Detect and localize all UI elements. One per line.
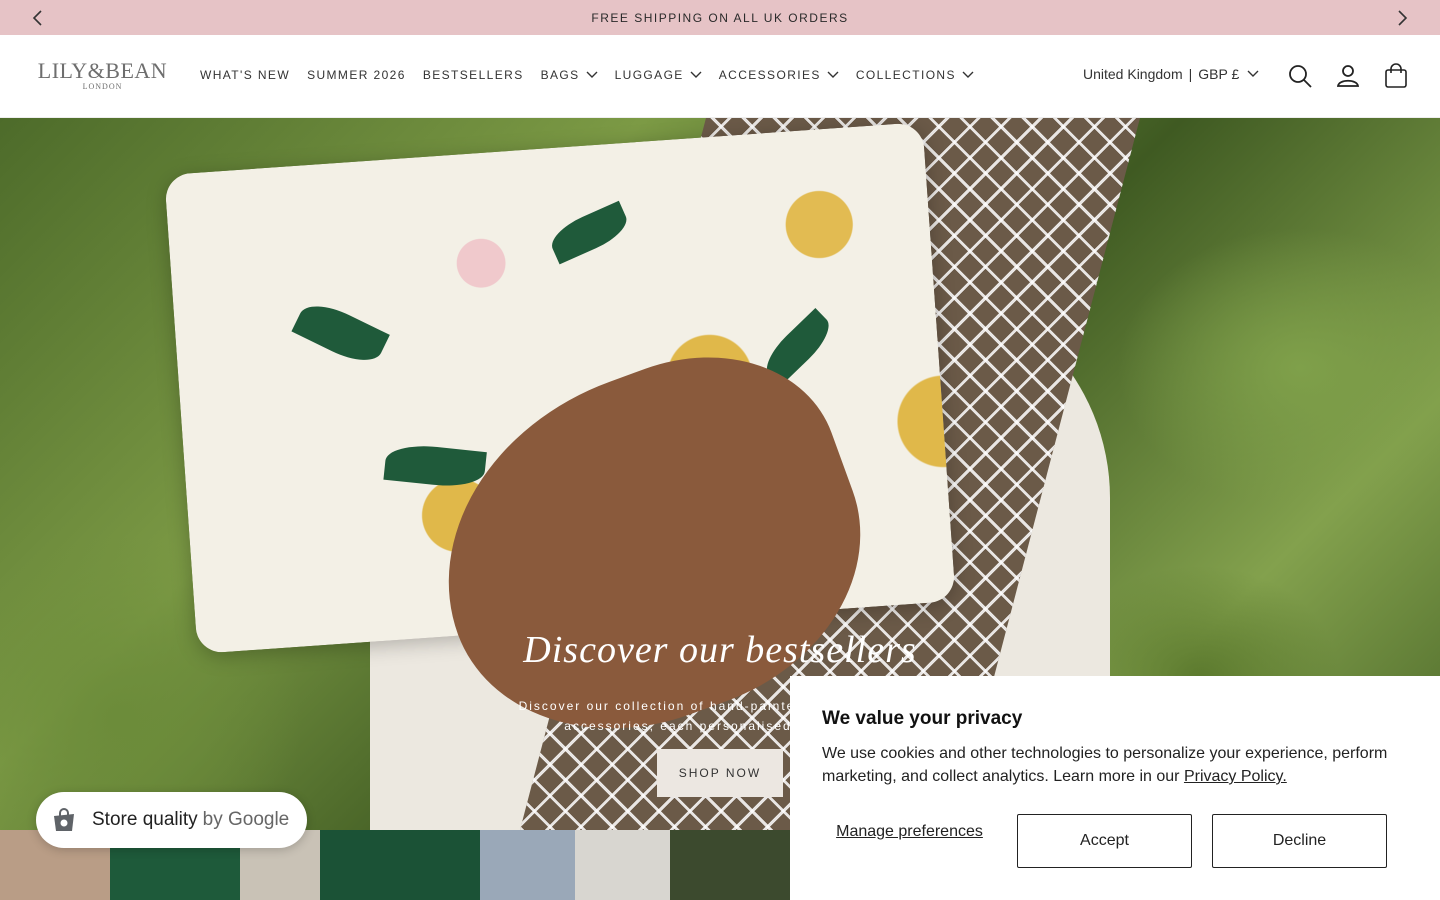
nav-label: ACCESSORIES	[718, 68, 821, 82]
chevron-down-icon	[1247, 70, 1259, 77]
chevron-down-icon	[690, 71, 702, 78]
hero-title: Discover our bestsellers	[523, 629, 917, 671]
chevron-down-icon	[827, 71, 839, 78]
cookie-actions: Manage preferences Accept Decline	[822, 814, 1388, 868]
main-nav: WHAT'S NEW SUMMER 2026 BESTSELLERS BAGS …	[200, 65, 991, 85]
chevron-left-icon[interactable]	[28, 8, 48, 28]
locale-currency: GBP £	[1198, 66, 1240, 82]
locale-separator: |	[1188, 66, 1193, 82]
cookie-text: We use cookies and other technologies to…	[822, 742, 1402, 788]
chevron-down-icon	[962, 71, 974, 78]
clutch-leaf-decoration	[545, 200, 633, 265]
nav-item-luggage[interactable]: LUGGAGE	[615, 65, 702, 85]
collection-tile-image[interactable]	[480, 830, 790, 900]
nav-item-whats-new[interactable]: WHAT'S NEW	[200, 65, 290, 85]
nav-item-collections[interactable]: COLLECTIONS	[856, 65, 974, 85]
clutch-leaf-decoration	[383, 441, 487, 491]
cookie-title: We value your privacy	[822, 708, 1023, 729]
nav-label: BESTSELLERS	[422, 68, 524, 82]
announcement-text: FREE SHIPPING ON ALL UK ORDERS	[591, 10, 849, 25]
nav-item-bags[interactable]: BAGS	[541, 65, 598, 85]
manage-preferences-link[interactable]: Manage preferences	[822, 822, 997, 841]
cart-icon[interactable]	[1383, 63, 1409, 89]
logo[interactable]: LILY&BEAN LONDON	[35, 60, 170, 96]
cookie-description: We use cookies and other technologies to…	[822, 745, 1388, 785]
nav-item-bestsellers[interactable]: BESTSELLERS	[423, 65, 524, 85]
chevron-down-icon	[586, 71, 598, 78]
nav-label: BAGS	[540, 68, 580, 82]
search-icon[interactable]	[1287, 63, 1313, 89]
shopping-bag-icon	[54, 808, 74, 831]
announcement-bar: FREE SHIPPING ON ALL UK ORDERS	[0, 0, 1440, 35]
locale-country: United Kingdom	[1083, 66, 1183, 82]
nav-label: LUGGAGE	[614, 68, 684, 82]
account-icon[interactable]	[1335, 63, 1361, 89]
logo-wordmark: LILY&BEAN	[37, 58, 168, 83]
nav-label: WHAT'S NEW	[200, 68, 291, 82]
site-header: LILY&BEAN LONDON WHAT'S NEW SUMMER 2026 …	[0, 35, 1440, 118]
privacy-policy-link[interactable]: Privacy Policy.	[1184, 768, 1287, 785]
nav-item-summer-2026[interactable]: SUMMER 2026	[307, 65, 406, 85]
badge-label: Store quality	[92, 809, 198, 830]
clutch-leaf-decoration	[291, 295, 390, 371]
decline-button[interactable]: Decline	[1212, 814, 1387, 868]
shop-now-button[interactable]: SHOP NOW	[657, 749, 783, 797]
accept-button[interactable]: Accept	[1017, 814, 1192, 868]
nav-item-accessories[interactable]: ACCESSORIES	[719, 65, 839, 85]
nav-label: SUMMER 2026	[307, 68, 406, 82]
cookie-consent-panel: We value your privacy We use cookies and…	[790, 676, 1440, 900]
locale-selector[interactable]: United Kingdom | GBP £	[1083, 66, 1259, 82]
store-quality-badge[interactable]: Store quality by Google	[36, 792, 307, 848]
logo-subtitle: LONDON	[82, 82, 123, 91]
nav-label: COLLECTIONS	[855, 68, 956, 82]
badge-suffix: by Google	[202, 809, 290, 830]
chevron-right-icon[interactable]	[1392, 8, 1412, 28]
